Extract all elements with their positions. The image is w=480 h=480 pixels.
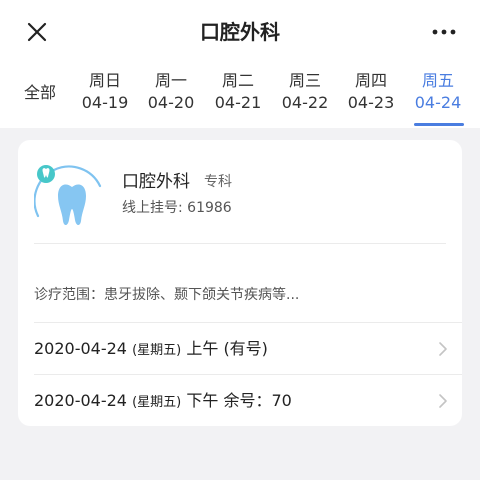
tab-day-monday[interactable]: 周一 04-20 bbox=[138, 70, 204, 114]
department-card: 口腔外科 专科 线上挂号: 61986 诊疗范围：患牙拔除、颞下颌关节疾病等..… bbox=[18, 140, 462, 426]
date-tab-bar: 全部 周日 04-19 周一 04-20 周二 04-21 周三 04-22 周… bbox=[0, 64, 480, 128]
tab-day-tuesday[interactable]: 周二 04-21 bbox=[205, 70, 271, 114]
tab-day-thursday[interactable]: 周四 04-23 bbox=[338, 70, 404, 114]
tab-weekday: 周二 bbox=[221, 71, 254, 90]
tab-date: 04-20 bbox=[147, 93, 195, 112]
tab-weekday: 周一 bbox=[154, 71, 187, 90]
tooth-icon bbox=[33, 165, 102, 226]
tab-all[interactable]: 全部 bbox=[24, 82, 56, 104]
tab-weekday: 周四 bbox=[354, 71, 387, 90]
slot-row-afternoon[interactable]: 2020-04-24 (星期五) 下午 余号：70 bbox=[18, 376, 462, 426]
slot-label: 2020-04-24 (星期五) 下午 余号：70 bbox=[34, 390, 292, 414]
chevron-right bbox=[438, 341, 448, 357]
tab-weekday: 周五 bbox=[421, 71, 454, 90]
slot-period: 上午 bbox=[186, 339, 219, 358]
tab-weekday: 周日 bbox=[88, 71, 121, 90]
divider bbox=[34, 322, 462, 323]
more-button[interactable] bbox=[432, 22, 456, 42]
tab-date: 04-23 bbox=[347, 93, 395, 112]
tab-day-friday[interactable]: 周五 04-24 bbox=[405, 70, 471, 114]
department-logo bbox=[33, 158, 106, 228]
tab-weekday: 周三 bbox=[288, 71, 321, 90]
chevron-right-icon bbox=[439, 394, 447, 408]
department-tag: 专科 bbox=[204, 174, 232, 190]
department-name: 口腔外科 bbox=[122, 172, 190, 192]
slot-status: (有号) bbox=[223, 339, 268, 358]
more-icon bbox=[432, 29, 456, 35]
active-tab-indicator bbox=[414, 123, 464, 126]
chevron-right-icon bbox=[439, 342, 447, 356]
slot-status: 余号：70 bbox=[223, 391, 292, 410]
slot-date: 2020-04-24 bbox=[34, 339, 127, 358]
tab-day-sunday[interactable]: 周日 04-19 bbox=[72, 70, 138, 114]
tab-date: 04-22 bbox=[281, 93, 329, 112]
chevron-right bbox=[438, 393, 448, 409]
tab-date: 04-19 bbox=[81, 93, 129, 112]
slot-period: 下午 bbox=[186, 391, 219, 410]
slot-date: 2020-04-24 bbox=[34, 391, 127, 410]
slot-weekday: (星期五) bbox=[132, 395, 182, 410]
online-registration-count: 线上挂号: 61986 bbox=[122, 200, 232, 216]
slot-label: 2020-04-24 (星期五) 上午 (有号) bbox=[34, 338, 268, 362]
slot-weekday: (星期五) bbox=[132, 343, 182, 358]
divider bbox=[34, 374, 462, 375]
slot-row-morning[interactable]: 2020-04-24 (星期五) 上午 (有号) bbox=[18, 324, 462, 374]
treatment-scope[interactable]: 诊疗范围：患牙拔除、颞下颌关节疾病等... bbox=[34, 285, 299, 305]
page-title: 口腔外科 bbox=[200, 20, 280, 44]
top-bar: 口腔外科 bbox=[0, 0, 480, 64]
tab-date: 04-21 bbox=[214, 93, 262, 112]
tab-date: 04-24 bbox=[414, 93, 462, 112]
divider bbox=[34, 243, 446, 244]
tab-day-wednesday[interactable]: 周三 04-22 bbox=[272, 70, 338, 114]
